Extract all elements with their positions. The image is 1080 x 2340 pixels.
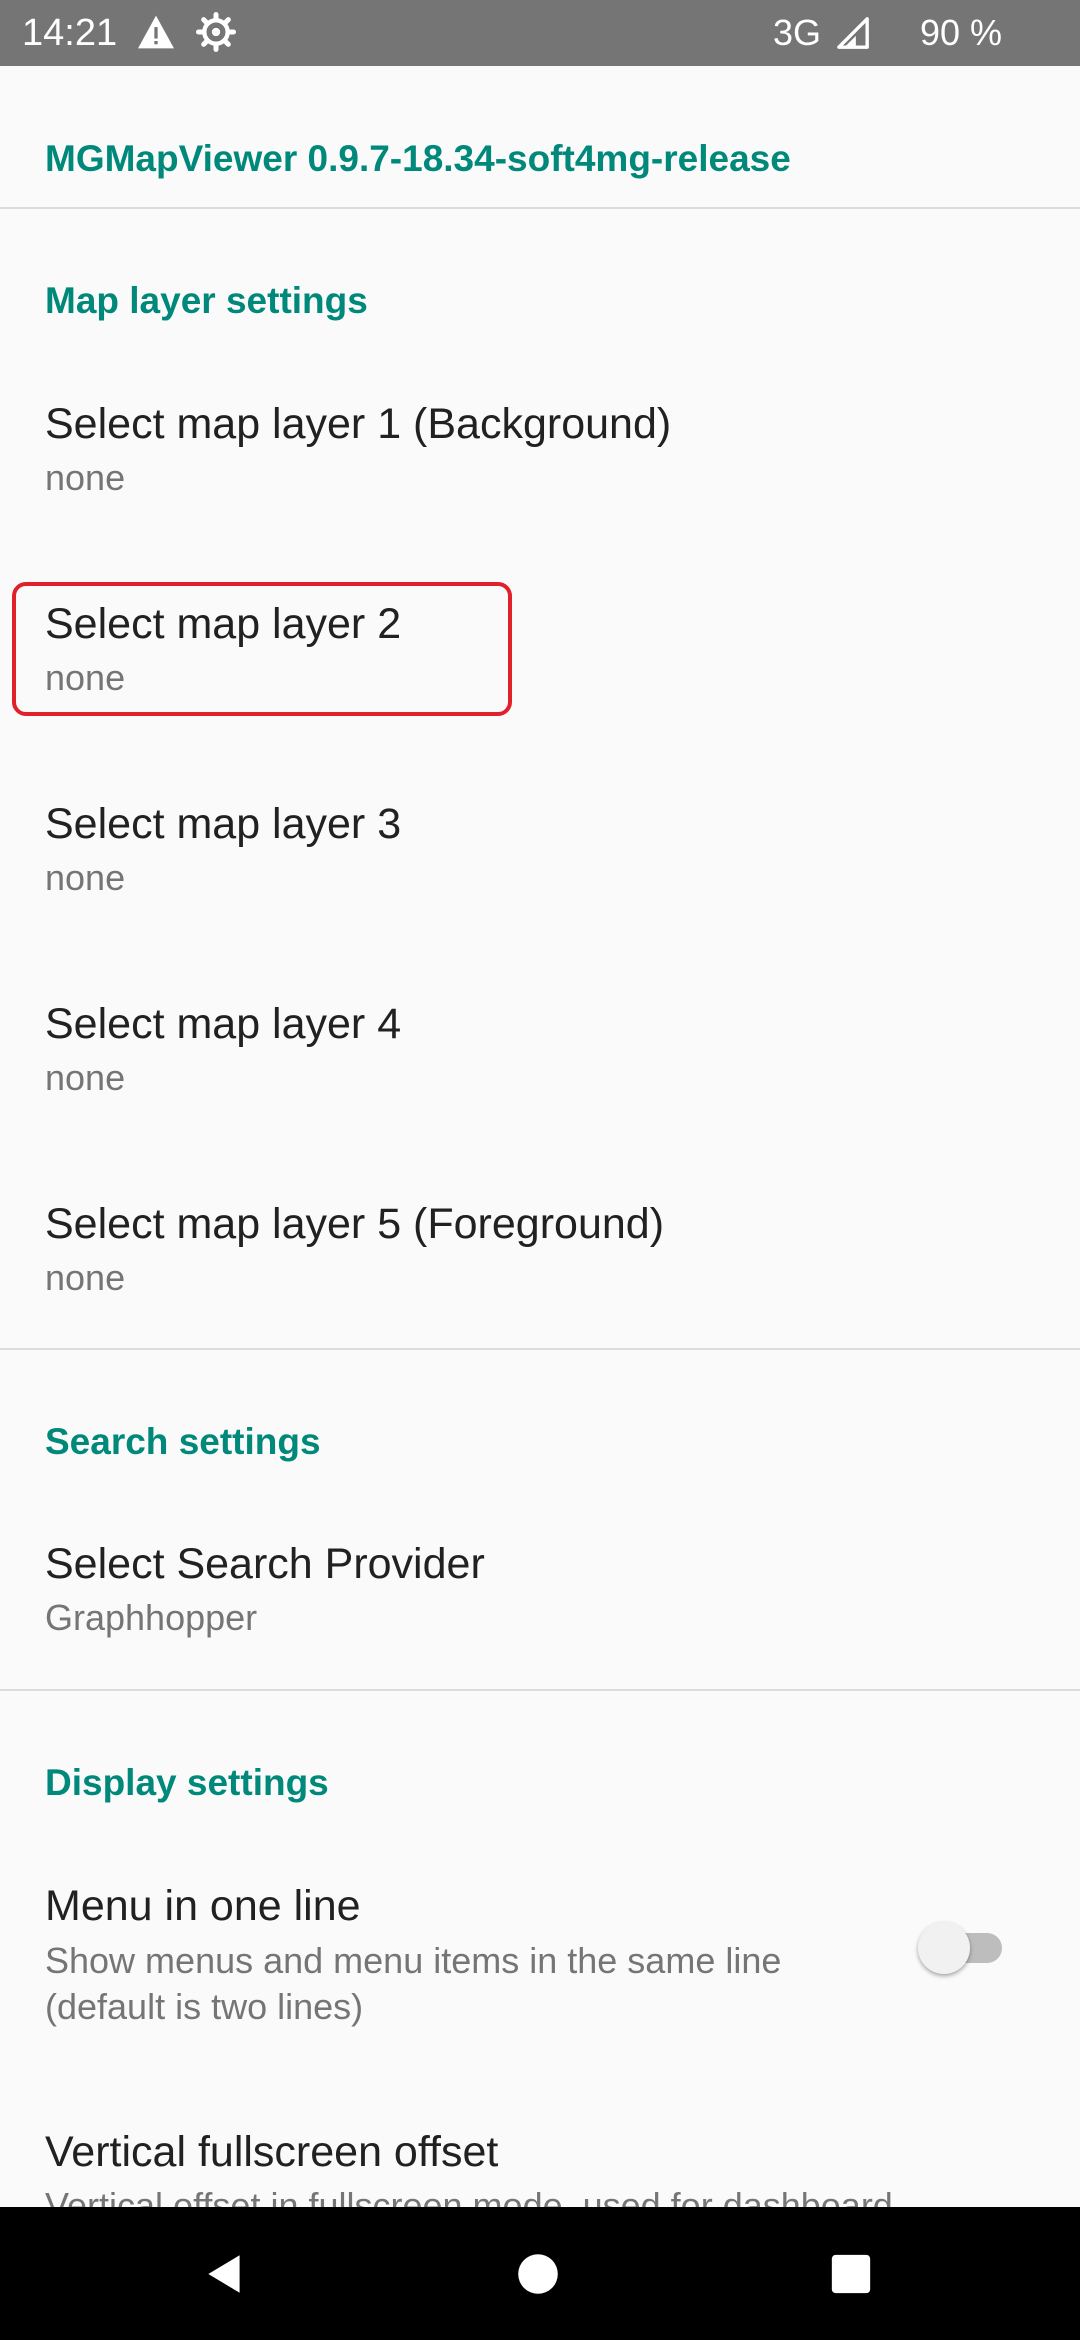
pref-title: Select map layer 1 (Background)	[45, 400, 672, 448]
settings-list[interactable]: MGMapViewer 0.9.7-18.34-soft4mg-release …	[0, 66, 1080, 2207]
signal-icon	[837, 17, 869, 49]
section-header-map-layer: Map layer settings	[45, 280, 368, 321]
status-bar: 14:21 3G 90 %	[0, 0, 1080, 66]
network-type: 3G	[773, 12, 822, 53]
pref-title: Select Search Provider	[45, 1540, 485, 1588]
recents-icon[interactable]	[828, 2251, 874, 2297]
pref-search-provider[interactable]: Select Search Provider Graphhopper	[0, 1538, 1080, 1648]
navigation-bar	[0, 2207, 1080, 2340]
battery-level: 90 %	[920, 12, 1003, 53]
section-header-display: Display settings	[45, 1762, 329, 1803]
pref-summary: Show menus and menu items in the same li…	[45, 1940, 782, 2027]
pref-vertical-fullscreen-offset[interactable]: Vertical fullscreen offset Vertical offs…	[0, 2126, 1080, 2207]
app-version-title: MGMapViewer 0.9.7-18.34-soft4mg-release	[45, 138, 791, 179]
pref-title: Select map layer 5 (Foreground)	[45, 1200, 665, 1248]
pref-map-layer-5[interactable]: Select map layer 5 (Foreground) none	[0, 1198, 1080, 1308]
menu-one-line-toggle[interactable]	[918, 1920, 1008, 1976]
pref-summary: none	[45, 1257, 126, 1298]
gear-icon	[196, 12, 236, 52]
selection-highlight	[12, 582, 512, 716]
pref-summary: none	[45, 457, 126, 498]
section-header-search: Search settings	[45, 1421, 321, 1462]
divider	[0, 207, 1080, 209]
pref-summary: none	[45, 1057, 126, 1098]
settings-screen: 14:21 3G 90 % MGMapViewer 0.9.7-18.34-so…	[0, 0, 1080, 2340]
home-icon[interactable]	[513, 2249, 563, 2299]
pref-summary: Vertical offset in fullscreen mode, used…	[45, 2185, 893, 2207]
pref-title: Vertical fullscreen offset	[45, 2128, 499, 2176]
pref-map-layer-3[interactable]: Select map layer 3 none	[0, 798, 1080, 908]
pref-summary: Graphhopper	[45, 1597, 258, 1638]
toggle-thumb	[918, 1922, 970, 1974]
divider	[0, 1689, 1080, 1691]
pref-map-layer-1[interactable]: Select map layer 1 (Background) none	[0, 398, 1080, 508]
back-icon[interactable]	[200, 2249, 250, 2299]
pref-title: Menu in one line	[45, 1882, 361, 1930]
status-time: 14:21	[22, 12, 118, 54]
pref-title: Select map layer 3	[45, 800, 402, 848]
pref-title: Select map layer 4	[45, 1000, 402, 1048]
pref-summary: none	[45, 857, 126, 898]
pref-map-layer-4[interactable]: Select map layer 4 none	[0, 998, 1080, 1108]
divider	[0, 1348, 1080, 1350]
warning-icon	[138, 15, 174, 49]
